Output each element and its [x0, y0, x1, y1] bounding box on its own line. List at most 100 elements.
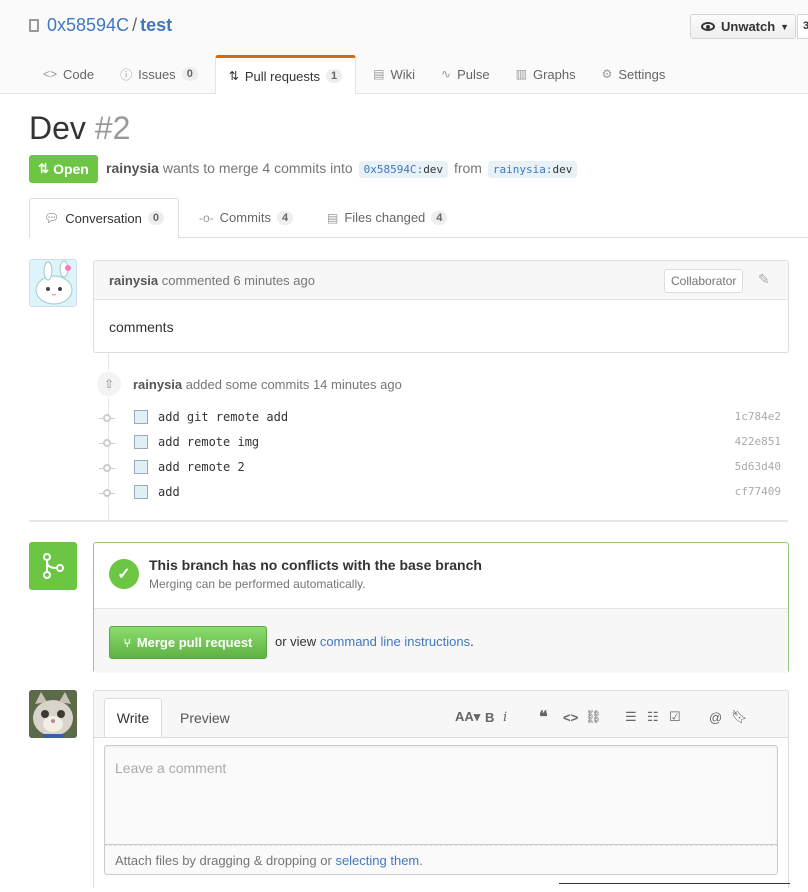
tab-wiki[interactable]: ▤ Wiki: [360, 55, 428, 93]
markdown-toolbar: AA▾ B i ❝ <> ⛓︎ ☰ ☷ ☑ @ 🔖︎: [455, 707, 748, 727]
pr-author[interactable]: rainysia: [106, 160, 159, 176]
gear-icon: ⚙: [601, 67, 613, 81]
commit-sha[interactable]: 422e851: [735, 435, 781, 448]
merge-alt-prefix: or view: [275, 634, 317, 649]
commits-counter: 4: [276, 210, 294, 225]
select-files-link[interactable]: selecting them: [335, 853, 419, 868]
committer-avatar[interactable]: [134, 485, 148, 499]
current-user-avatar[interactable]: [29, 690, 77, 738]
tab-pull-requests[interactable]: ⇅ Pull requests 1: [214, 55, 357, 94]
tab-graphs[interactable]: ▥ Graphs: [503, 55, 589, 93]
unordered-list-icon[interactable]: ☰: [625, 709, 647, 725]
tab-issues[interactable]: ⓘ Issues 0: [107, 55, 211, 93]
caret-down-icon: ▼: [780, 21, 790, 32]
committer-avatar[interactable]: [134, 435, 148, 449]
repo-separator: /: [132, 15, 138, 35]
link-icon[interactable]: ⛓︎: [585, 709, 625, 725]
commit-sha[interactable]: 5d63d40: [735, 460, 781, 473]
merge-pull-request-button[interactable]: ⑂ Merge pull request: [109, 626, 267, 659]
repo-name-link[interactable]: test: [140, 15, 172, 35]
repo-owner-link[interactable]: 0x58594C: [47, 15, 129, 35]
tab-code-label: Code: [63, 66, 95, 82]
merge-actions: ⑂ Merge pull request or view command lin…: [94, 609, 788, 673]
git-commit-icon: [99, 489, 115, 497]
commit-message[interactable]: add remote img: [158, 435, 259, 449]
tab-files-changed[interactable]: ▤ Files changed 4: [327, 198, 448, 237]
pr-title-text: Dev: [29, 110, 86, 146]
code-icon[interactable]: <>: [563, 710, 585, 725]
comment-meta: rainysia commented 6 minutes ago: [109, 273, 315, 288]
pr-title: Dev #2: [29, 110, 130, 147]
comment-discussion-icon: 💬︎: [44, 211, 60, 225]
merge-alt-suffix: .: [470, 634, 474, 649]
files-changed-counter: 4: [431, 210, 448, 225]
quote-icon[interactable]: ❝: [539, 707, 563, 727]
watch-count[interactable]: 3: [797, 14, 808, 39]
tab-conversation[interactable]: 💬︎ Conversation 0: [29, 198, 179, 238]
tab-code[interactable]: <> Code: [30, 55, 107, 93]
commits-event-author[interactable]: rainysia: [133, 377, 182, 392]
ordered-list-icon[interactable]: ☷: [647, 709, 669, 725]
bold-icon[interactable]: B: [485, 710, 503, 725]
git-commit-icon: [99, 439, 115, 447]
tab-wiki-label: Wiki: [390, 66, 416, 82]
repo-push-icon: ⇧: [95, 370, 123, 398]
committer-avatar[interactable]: [134, 410, 148, 424]
commit-sha[interactable]: cf77409: [735, 485, 781, 498]
pr-tabs: 💬︎ Conversation 0 -o- Commits 4 ▤ Files …: [29, 198, 808, 238]
committer-avatar[interactable]: [134, 460, 148, 474]
head-branch[interactable]: rainysia:dev: [487, 161, 578, 178]
bookmark-icon[interactable]: 🔖︎: [731, 709, 748, 725]
commit-row: add git remote add 1c784e2: [99, 408, 790, 433]
avatar[interactable]: [29, 259, 77, 307]
pr-state-badge: ⇅ Open: [29, 155, 98, 183]
check-icon: ✓: [109, 559, 139, 589]
merge-box: ✓ This branch has no conflicts with the …: [93, 542, 789, 673]
head-branch-owner: rainysia: [492, 163, 546, 176]
repo-header: 0x58594C / test Unwatch ▼ 3 <> Code ⓘ Issu…: [0, 0, 808, 94]
git-merge-icon: ⑂: [123, 635, 131, 650]
tab-write[interactable]: Write: [104, 698, 162, 738]
tab-commits-label: Commits: [219, 210, 271, 225]
command-line-instructions-link[interactable]: command line instructions: [320, 634, 470, 649]
tab-files-changed-label: Files changed: [344, 210, 426, 225]
git-merge-icon: [29, 542, 77, 590]
comment-textarea[interactable]: Leave a comment: [104, 745, 778, 845]
commit-row: add remote img 422e851: [99, 433, 790, 458]
pull-request-icon: ⇅: [38, 161, 50, 176]
base-branch[interactable]: 0x58594C:dev: [358, 161, 449, 178]
tab-commits[interactable]: -o- Commits 4: [199, 198, 294, 237]
unwatch-button[interactable]: Unwatch ▼: [690, 14, 796, 39]
commit-message[interactable]: add: [158, 485, 180, 499]
commits-event-header: rainysia added some commits 14 minutes a…: [133, 377, 402, 392]
comment-author[interactable]: rainysia: [109, 273, 158, 288]
commit-message[interactable]: add remote 2: [158, 460, 245, 474]
comment-body: comments: [109, 319, 174, 335]
tab-pulse[interactable]: ∿ Pulse: [428, 55, 503, 93]
italic-icon[interactable]: i: [503, 710, 539, 725]
tab-graphs-label: Graphs: [532, 66, 576, 82]
comment-box: rainysia commented 6 minutes ago Collabo…: [93, 260, 789, 353]
commit-row: add remote 2 5d63d40: [99, 458, 790, 483]
pr-state-label: Open: [53, 161, 89, 177]
pull-requests-counter: 1: [326, 69, 343, 83]
diff-icon: ▤: [327, 210, 339, 225]
mention-icon[interactable]: @: [709, 710, 731, 725]
tab-conversation-label: Conversation: [65, 210, 142, 226]
tab-settings[interactable]: ⚙ Settings: [589, 55, 679, 93]
commits-event-action: added some commits 14 minutes ago: [185, 377, 402, 392]
comment-timestamp[interactable]: commented 6 minutes ago: [162, 273, 315, 288]
task-list-icon[interactable]: ☑: [669, 709, 709, 725]
eye-icon: [701, 22, 715, 31]
graph-icon: ▥: [515, 67, 527, 81]
tab-preview[interactable]: Preview: [180, 698, 230, 737]
commit-message[interactable]: add git remote add: [158, 410, 288, 424]
text-size-icon[interactable]: AA▾: [455, 709, 485, 725]
pencil-icon[interactable]: ✎: [758, 271, 770, 288]
unwatch-label: Unwatch: [721, 19, 776, 34]
git-commit-icon: [99, 414, 115, 422]
commit-sha[interactable]: 1c784e2: [735, 410, 781, 423]
pr-meta: rainysia wants to merge 4 commits into 0…: [106, 160, 579, 178]
repo-nav: <> Code ⓘ Issues 0 ⇅ Pull requests 1 ▤ W…: [30, 55, 679, 94]
pr-merge-text: wants to merge 4 commits into: [162, 160, 353, 176]
